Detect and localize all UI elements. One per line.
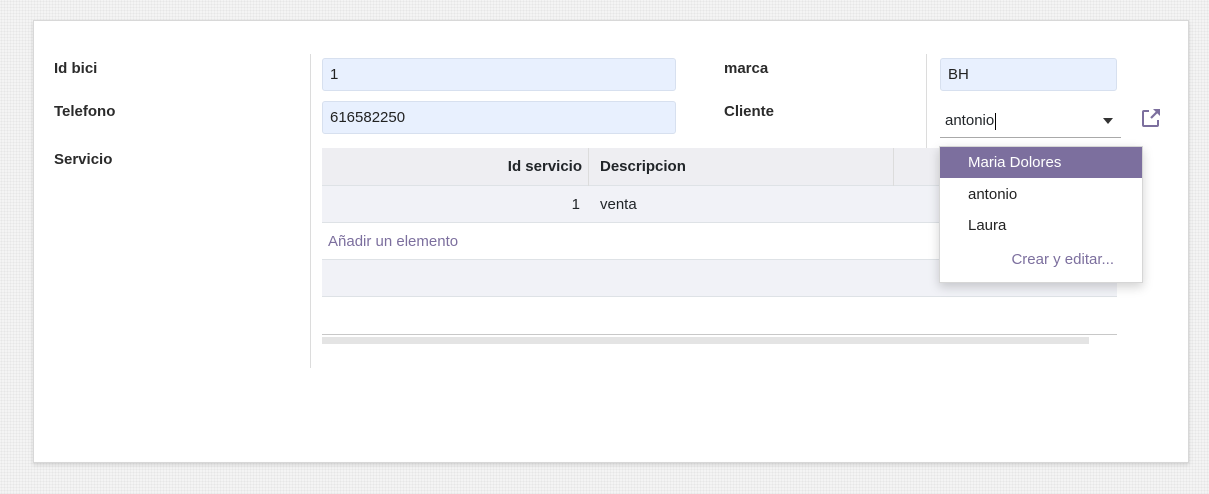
form-sheet: Id bici Telefono Servicio marca Cliente …: [33, 20, 1189, 463]
cliente-label: Cliente: [724, 103, 775, 120]
add-item-link[interactable]: Añadir un elemento: [328, 223, 458, 260]
marca-label: marca: [724, 60, 769, 77]
horizontal-scrollbar[interactable]: [322, 337, 1089, 344]
external-link-icon[interactable]: [1140, 107, 1162, 129]
cliente-dropdown: Maria Dolores antonio Laura Crear y edit…: [939, 146, 1143, 283]
column-header-descripcion[interactable]: Descripcion: [600, 148, 686, 186]
caret-down-icon[interactable]: [1103, 118, 1113, 124]
column-header-id-servicio[interactable]: Id servicio: [508, 148, 582, 186]
text-cursor: [995, 112, 997, 130]
column-divider: [893, 148, 894, 186]
dropdown-option-laura[interactable]: Laura: [940, 210, 1142, 241]
cliente-select[interactable]: antonio: [940, 104, 1121, 138]
servicio-label: Servicio: [54, 151, 113, 168]
dropdown-option-maria-dolores[interactable]: Maria Dolores: [940, 147, 1142, 178]
column-separator-right: [926, 54, 927, 150]
column-divider: [588, 148, 589, 186]
id-bici-label: Id bici: [54, 60, 98, 77]
column-separator: [310, 54, 311, 368]
table-bottom-border: [322, 334, 1117, 335]
telefono-input[interactable]: 616582250: [322, 101, 676, 134]
marca-input[interactable]: BH: [940, 58, 1117, 91]
dropdown-option-antonio[interactable]: antonio: [940, 179, 1142, 210]
telefono-label: Telefono: [54, 103, 116, 120]
cliente-select-value: antonio: [945, 112, 995, 129]
id-bici-input[interactable]: 1: [322, 58, 676, 91]
cell-descripcion: venta: [600, 196, 637, 213]
create-and-edit-option[interactable]: Crear y editar...: [940, 244, 1142, 275]
cell-id-servicio: 1: [571, 196, 580, 213]
